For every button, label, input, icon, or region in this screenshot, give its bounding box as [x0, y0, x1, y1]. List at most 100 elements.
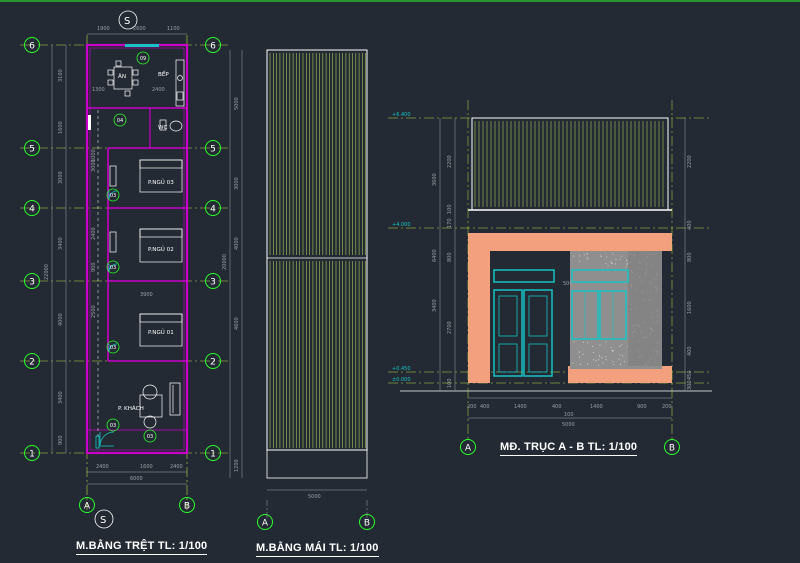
elev-dim-total: 5000	[562, 422, 575, 428]
title-ground-plan: M.BẰNG TRỆT TL: 1/100	[76, 540, 208, 555]
elev-dim-bottom-1: 200	[467, 404, 477, 410]
svg-text:4: 4	[210, 205, 216, 215]
elev-dim-bottom-4: 400	[552, 404, 562, 410]
plan-dim-left-5: 4000	[58, 313, 64, 326]
plan-dim-mid-0: 1000	[91, 149, 97, 162]
elev-dim-left-7: 3400	[432, 299, 438, 312]
svg-text:1: 1	[210, 450, 216, 460]
plan-dim-top-3: 1100	[167, 26, 180, 32]
room-label-bedroom-1: P.NGỦ 01	[148, 328, 174, 336]
room-label-kitchen: BẾP	[158, 70, 169, 78]
door-tag-0: 09	[140, 56, 146, 62]
svg-text:3: 3	[29, 278, 35, 288]
roof-dim-3: 4000	[234, 237, 240, 250]
plan-dim-left-7: 900	[58, 435, 64, 445]
level-parapet: +4.000	[392, 222, 411, 228]
elev-dim-left-6: 800	[447, 252, 453, 262]
plan-dim-left-6: 3400	[58, 391, 64, 404]
title-roof-plan: M.BẰNG MÁI TL: 1/100	[256, 542, 379, 557]
svg-text:5: 5	[210, 145, 216, 155]
plan-dim-top-1: 1900	[97, 26, 110, 32]
plan-dim-left-2: 1600	[58, 121, 64, 134]
plan-window-top	[125, 44, 159, 47]
svg-text:2: 2	[210, 358, 216, 368]
title-elevation: MĐ. TRỤC A - B TL: 1/100	[500, 441, 638, 456]
plan-dim-left-3: 3000	[58, 171, 64, 184]
roof-dim-total: 20000	[222, 254, 228, 270]
svg-text:A: A	[465, 444, 472, 454]
elev-dim-right-3: 800	[687, 252, 693, 262]
elev-dim-bottom-6: 900	[637, 404, 647, 410]
elev-dim-bottom-2: 400	[480, 404, 490, 410]
plan-dim-left-4: 3400	[58, 237, 64, 250]
room-label-dining: ĂN	[118, 73, 126, 80]
elev-dim-right-5: 400	[687, 346, 693, 356]
roof-dim-4: 4600	[234, 317, 240, 330]
room-label-wc: WC	[158, 125, 168, 131]
svg-text:1: 1	[29, 450, 35, 460]
elev-dim-bottom-3: 1400	[514, 404, 527, 410]
svg-text:A: A	[84, 502, 91, 512]
svg-text:2: 2	[29, 358, 35, 368]
elev-dim-right-7: 300	[687, 380, 693, 390]
plan-dim-top-2: 2600	[133, 26, 146, 32]
facade-parapet	[468, 233, 672, 251]
plan-dim-bottom-2: 1600	[140, 464, 153, 470]
elev-dim-left-3: 100	[447, 204, 453, 214]
north-label-bottom: S	[100, 515, 106, 526]
plan-dim-left-total: 22000	[44, 264, 50, 280]
plan-dim-mid-2: 2400	[91, 227, 97, 240]
room-label-bedroom-3: P.NGỦ 03	[148, 178, 174, 186]
roof-dim-2: 3000	[234, 177, 240, 190]
room-label-bedroom-2: P.NGỦ 02	[148, 245, 174, 253]
elev-dim-right-6: 450	[687, 370, 693, 380]
plan-dim-room-width: 3900	[140, 292, 153, 298]
elev-dim-bottom-5: 1400	[590, 404, 603, 410]
elev-dim-left-5: 6400	[432, 249, 438, 262]
plan-dim-bottom-3: 2400	[170, 464, 183, 470]
elev-dim-left-4: 170	[447, 218, 453, 228]
elev-dim-bottom-7: 200	[662, 404, 672, 410]
elev-dim-mid: 100	[564, 412, 574, 418]
plan-dim-kitchen-2: 2400	[152, 87, 165, 93]
elev-dim-small: 500	[563, 281, 573, 287]
roof-dim-bottom: 5000	[308, 494, 321, 500]
north-label-top: S	[124, 16, 130, 27]
level-roof: +6.400	[392, 112, 411, 118]
plan-dim-mid-4: 2500	[91, 305, 97, 318]
level-floor: +0.450	[392, 366, 411, 372]
elev-dim-left-2: 2200	[447, 155, 453, 168]
svg-text:B: B	[184, 502, 190, 512]
door-tag-2: 03	[110, 193, 116, 199]
svg-text:6: 6	[29, 42, 35, 52]
elev-dim-right-2: 400	[687, 220, 693, 230]
plan-dim-kitchen-1: 1300	[92, 87, 105, 93]
door-tag-4: 03	[110, 345, 116, 351]
level-ground: ±0.000	[392, 377, 411, 383]
plan-dim-bottom-total: 6000	[130, 476, 143, 482]
svg-text:6: 6	[210, 42, 216, 52]
door-tag-5: 03	[110, 423, 116, 429]
svg-text:5: 5	[29, 145, 35, 155]
elev-dim-left-9: 100	[447, 378, 453, 388]
plan-window-side	[88, 115, 91, 130]
plan-dim-bottom-1: 2400	[96, 464, 109, 470]
elev-dim-left-1: 3600	[432, 173, 438, 186]
door-tag-6: 03	[147, 434, 153, 440]
door-tag-1: 04	[117, 118, 123, 124]
roof-dim-1: 5000	[234, 97, 240, 110]
svg-text:4: 4	[29, 205, 35, 215]
door-tag-3: 03	[110, 265, 116, 271]
roof-dim-5: 1200	[234, 459, 240, 472]
svg-text:3: 3	[210, 278, 216, 288]
elev-dim-right-1: 2200	[687, 155, 693, 168]
facade-left-pier	[468, 251, 490, 383]
svg-text:B: B	[669, 444, 675, 454]
elev-dim-left-8: 2700	[447, 321, 453, 334]
svg-text:A: A	[262, 519, 269, 529]
facade-stone-panel	[628, 251, 662, 366]
plan-dim-mid-3: 900	[91, 262, 97, 272]
elev-dim-right-4: 1600	[687, 301, 693, 314]
room-label-living: P. KHÁCH	[118, 405, 144, 412]
plan-dim-left-1: 3100	[58, 69, 64, 82]
